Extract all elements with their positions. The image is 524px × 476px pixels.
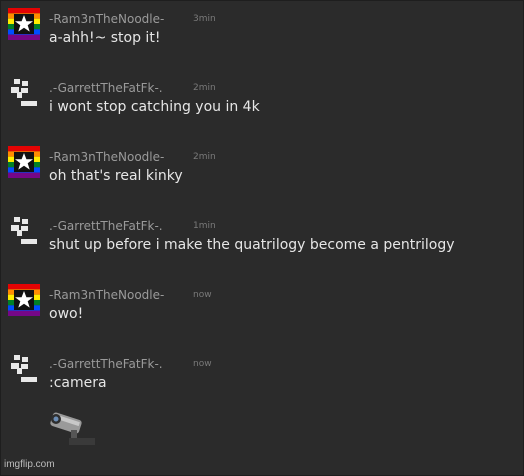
message-author[interactable]: .-GarrettTheFatFk-. (49, 357, 163, 371)
chat-message: .-GarrettTheFatFk-. 1min shut up before … (8, 215, 508, 275)
message-author[interactable]: .-GarrettTheFatFk-. (49, 219, 163, 233)
message-timestamp: 2min (193, 152, 216, 162)
message-timestamp: 1min (193, 221, 216, 231)
chat-message: .-GarrettTheFatFk-. 2min i wont stop cat… (8, 77, 508, 137)
pixel-glyph-icon[interactable] (8, 215, 40, 247)
message-text: oh that's real kinky (49, 168, 183, 184)
rainbow-star-icon[interactable] (8, 284, 40, 316)
message-author[interactable]: .-GarrettTheFatFk-. (49, 81, 163, 95)
message-text: a-ahh!~ stop it! (49, 30, 161, 46)
message-author[interactable]: -Ram3nTheNoodle- (49, 288, 164, 302)
rainbow-star-icon[interactable] (8, 8, 40, 40)
rainbow-star-icon[interactable] (8, 146, 40, 178)
pixel-glyph-icon[interactable] (8, 353, 40, 385)
chat-message: -Ram3nTheNoodle- 3min a-ahh!~ stop it! (8, 8, 508, 68)
message-text: owo! (49, 306, 84, 322)
chat-message: -Ram3nTheNoodle- 2min oh that's real kin… (8, 146, 508, 206)
chat-message: -Ram3nTheNoodle- now owo! (8, 284, 508, 344)
message-text: i wont stop catching you in 4k (49, 99, 260, 115)
message-text: :camera (49, 375, 107, 391)
message-author[interactable]: -Ram3nTheNoodle- (49, 12, 164, 26)
message-timestamp: 2min (193, 83, 216, 93)
message-timestamp: now (193, 359, 212, 369)
chat-message: .-GarrettTheFatFk-. now :camera (8, 353, 508, 413)
message-text: shut up before i make the quatrilogy bec… (49, 237, 455, 253)
message-timestamp: now (193, 290, 212, 300)
watermark: imgflip.com (4, 459, 55, 470)
message-author[interactable]: -Ram3nTheNoodle- (49, 150, 164, 164)
security-camera-icon (47, 410, 99, 450)
message-timestamp: 3min (193, 14, 216, 24)
pixel-glyph-icon[interactable] (8, 77, 40, 109)
